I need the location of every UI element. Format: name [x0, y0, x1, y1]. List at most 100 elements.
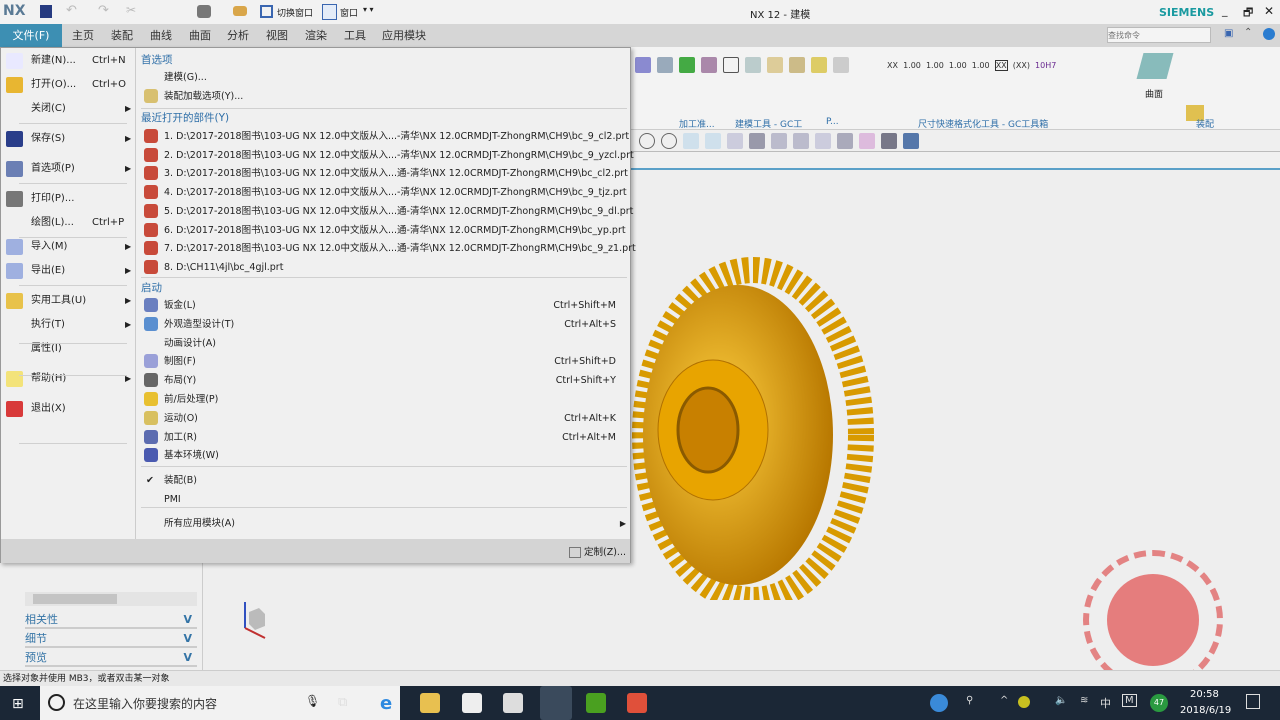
recent-file-item[interactable]: 4. D:\2017-2018图书\103-UG NX 12.0中文版从入...…	[136, 183, 630, 202]
menu-item-app-launch[interactable]: 钣金(L) Ctrl+Shift+M	[136, 296, 630, 315]
menu-item-new[interactable]: 新建(N)... Ctrl+N	[1, 51, 136, 71]
notification-icon[interactable]	[1246, 694, 1260, 709]
dropdown-icon[interactable]: ▾ ▾	[363, 5, 374, 14]
menu-item-utilities[interactable]: 实用工具(U) ▶	[1, 291, 136, 311]
touch-icon[interactable]	[233, 6, 247, 16]
menu-item-app-launch[interactable]: 加工(R) Ctrl+Alt+M	[136, 428, 630, 447]
section-dependencies[interactable]: 相关性 V	[25, 611, 197, 629]
minimize-button[interactable]: _	[1222, 4, 1228, 17]
menu-item-properties[interactable]: 属性(I)	[1, 339, 136, 359]
recent-file-item[interactable]: 2. D:\2017-2018图书\103-UG NX 12.0中文版从入...…	[136, 146, 634, 165]
dim-tol-button[interactable]: 1.00	[926, 61, 944, 70]
save-icon[interactable]	[40, 5, 52, 18]
menu-item-app-toggle[interactable]: 装配(B) ✔	[136, 471, 630, 490]
surface-button[interactable]: 曲面	[1145, 87, 1163, 100]
tool-icon[interactable]	[789, 57, 805, 73]
tab-render[interactable]: 渲染	[299, 24, 333, 47]
dim-xx-button[interactable]: XX	[887, 61, 898, 70]
menu-item-open[interactable]: 打开(O)... Ctrl+O	[1, 75, 136, 95]
volume-icon[interactable]: 🔈	[1055, 695, 1067, 706]
table-icon[interactable]	[745, 57, 761, 73]
tab-curve[interactable]: 曲线	[144, 24, 178, 47]
recent-file-item[interactable]: 1. D:\2017-2018图书\103-UG NX 12.0中文版从入...…	[136, 127, 630, 146]
tool-icon[interactable]	[727, 133, 743, 149]
section-preview[interactable]: 预览 V	[25, 649, 197, 667]
menu-item-app-toggle[interactable]: PMI	[136, 490, 630, 509]
snap-line-icon[interactable]	[705, 133, 721, 149]
recent-file-item[interactable]: 7. D:\2017-2018图书\103-UG NX 12.0中文版从入...…	[136, 239, 636, 258]
undo-icon[interactable]: ↶	[66, 3, 77, 18]
edge-icon[interactable]: e	[380, 693, 400, 714]
tool-icon[interactable]	[815, 133, 831, 149]
surface-icon[interactable]	[1136, 53, 1174, 79]
camtasia-red-icon[interactable]	[627, 693, 647, 713]
tab-file[interactable]: 文件(F)	[0, 24, 62, 47]
collapse-ribbon-icon[interactable]: ⌃	[1244, 27, 1252, 38]
menu-item-execute[interactable]: 执行(T) ▶	[1, 315, 136, 335]
tab-home[interactable]: 主页	[66, 24, 100, 47]
microphone-icon[interactable]: 🎙	[305, 694, 320, 708]
recent-file-item[interactable]: 8. D:\CH11\4jl\bc_4gjl.prt	[136, 258, 630, 277]
window-button[interactable]: 窗口	[340, 6, 358, 19]
tab-assembly[interactable]: 装配	[105, 24, 139, 47]
horizontal-scrollbar[interactable]	[25, 592, 197, 606]
section-details[interactable]: 细节 V	[25, 630, 197, 648]
customize-button[interactable]: 定制(Z)...	[568, 544, 626, 558]
recent-file-item[interactable]: 5. D:\2017-2018图书\103-UG NX 12.0中文版从入...…	[136, 202, 633, 221]
tool-icon[interactable]	[701, 57, 717, 73]
cut-icon[interactable]: ✂	[126, 3, 136, 17]
file-explorer-icon[interactable]	[420, 693, 440, 713]
help-tray-icon[interactable]	[930, 694, 948, 712]
resource-bar-icon[interactable]: ▣	[1224, 28, 1233, 39]
tool-icon[interactable]	[793, 133, 809, 149]
menu-item-help[interactable]: 帮助(H) ▶	[1, 369, 136, 389]
switch-window-icon[interactable]	[260, 5, 273, 18]
ime-mode-icon[interactable]: M	[1122, 694, 1137, 707]
window-icon[interactable]	[322, 4, 337, 20]
scrollbar-thumb[interactable]	[33, 594, 117, 604]
dim-tol-button[interactable]: 1.00	[972, 61, 990, 70]
menu-item-exit[interactable]: 退出(X)	[1, 399, 136, 419]
dim-box-button[interactable]: XX	[994, 60, 1008, 71]
dim-ref-button[interactable]: (XX)	[1013, 61, 1030, 70]
clock-time[interactable]: 20:58	[1190, 689, 1219, 700]
tab-view[interactable]: 视图	[260, 24, 294, 47]
menu-item-app-launch[interactable]: 动画设计(A)	[136, 334, 630, 353]
security-badge[interactable]: 47	[1150, 694, 1168, 712]
tab-tools[interactable]: 工具	[338, 24, 372, 47]
menu-item-assembly-load-options[interactable]: 装配加载选项(Y)...	[136, 87, 630, 106]
network-icon[interactable]: ≋	[1080, 695, 1088, 706]
clock-date[interactable]: 2018/6/19	[1180, 705, 1231, 716]
recent-file-item[interactable]: 6. D:\2017-2018图书\103-UG NX 12.0中文版从入...…	[136, 221, 630, 240]
menu-item-all-applications[interactable]: 所有应用模块(A) ▶	[136, 514, 630, 533]
menu-item-app-launch[interactable]: 前/后处理(P)	[136, 390, 630, 409]
dim-tol-button[interactable]: 1.00	[949, 61, 967, 70]
windows-start-icon[interactable]: ⊞	[12, 696, 24, 712]
tab-analysis[interactable]: 分析	[221, 24, 255, 47]
check-icon[interactable]	[679, 57, 695, 73]
tray-expand-icon[interactable]: ^	[1000, 695, 1008, 706]
snap-center-icon[interactable]	[639, 133, 655, 149]
menu-item-import[interactable]: 导入(M) ▶	[1, 237, 136, 257]
menu-item-app-launch[interactable]: 运动(O) Ctrl+Alt+K	[136, 409, 630, 428]
snap-circle-icon[interactable]	[661, 133, 677, 149]
tab-application[interactable]: 应用模块	[376, 24, 432, 47]
switch-window-button[interactable]: 切换窗口	[277, 6, 313, 19]
dim-tol-button[interactable]: 1.00	[903, 61, 921, 70]
tool-icon[interactable]	[771, 133, 787, 149]
restore-button[interactable]: 🗗	[1243, 4, 1253, 23]
tab-surface[interactable]: 曲面	[183, 24, 217, 47]
tool-icon[interactable]	[837, 133, 853, 149]
ime-indicator[interactable]: 中	[1100, 695, 1111, 711]
menu-item-close[interactable]: 关闭(C) ▶	[1, 99, 136, 119]
menu-item-export[interactable]: 导出(E) ▶	[1, 261, 136, 281]
menu-item-preferences[interactable]: 首选项(P) ▶	[1, 159, 136, 179]
tool-icon[interactable]	[903, 133, 919, 149]
tool-icon[interactable]	[749, 133, 765, 149]
snap-point-icon[interactable]	[683, 133, 699, 149]
recent-file-item[interactable]: 3. D:\2017-2018图书\103-UG NX 12.0中文版从入...…	[136, 164, 630, 183]
paint-icon[interactable]	[197, 5, 211, 18]
close-button[interactable]: ✕	[1264, 4, 1274, 18]
tray-app-icon[interactable]	[1018, 696, 1030, 708]
menu-item-print[interactable]: 打印(P)...	[1, 189, 136, 209]
